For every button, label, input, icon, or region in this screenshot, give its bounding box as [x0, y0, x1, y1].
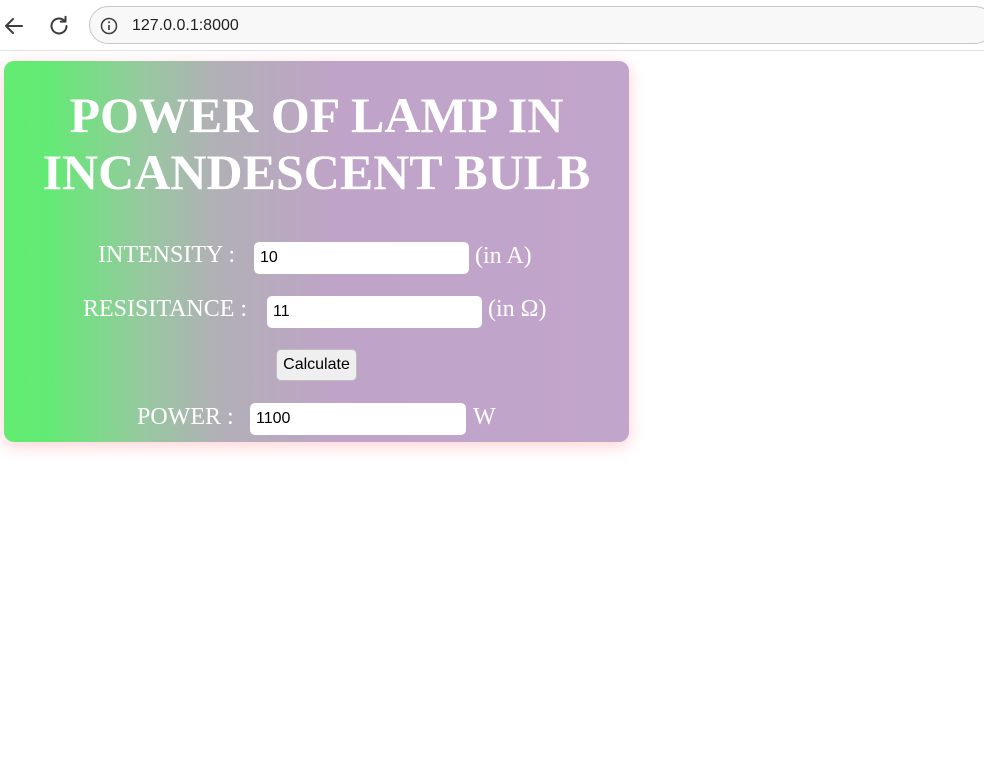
url-text[interactable]: 127.0.0.1:8000 — [132, 16, 239, 36]
power-label: POWER : — [137, 404, 234, 430]
intensity-label: INTENSITY : — [98, 242, 236, 268]
title-line-2: INCANDESCENT BULB — [42, 144, 591, 200]
back-arrow-icon[interactable] — [0, 10, 30, 42]
resistance-label: RESISITANCE : — [83, 296, 248, 322]
page-title: POWER OF LAMP IN INCANDESCENT BULB — [4, 87, 629, 201]
browser-toolbar: 127.0.0.1:8000 — [0, 0, 984, 51]
address-bar[interactable]: 127.0.0.1:8000 — [89, 6, 984, 44]
power-unit: W — [473, 404, 496, 430]
calculate-button[interactable]: Calculate — [276, 349, 357, 381]
power-output[interactable] — [250, 403, 466, 435]
title-line-1: POWER OF LAMP IN — [69, 87, 564, 143]
info-icon[interactable] — [99, 16, 119, 36]
intensity-unit: (in A) — [475, 243, 532, 269]
resistance-input[interactable] — [267, 296, 482, 328]
resistance-unit: (in Ω) — [488, 296, 547, 322]
reload-icon[interactable] — [43, 10, 75, 42]
calculator-card: POWER OF LAMP IN INCANDESCENT BULB INTEN… — [4, 61, 629, 442]
intensity-input[interactable] — [254, 242, 469, 274]
